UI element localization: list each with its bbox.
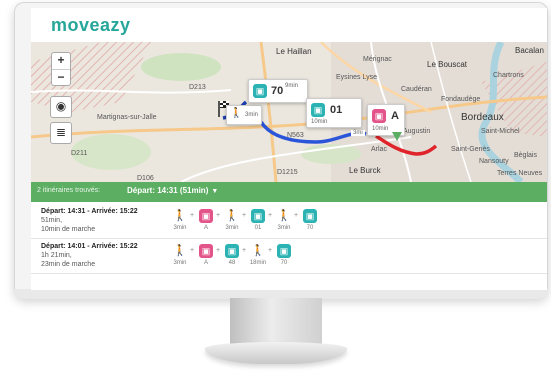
- map-label: Saint-Genès: [451, 146, 490, 153]
- step-walk: 🚶 3min: [173, 245, 187, 266]
- step-separator: +: [268, 212, 273, 219]
- map-label: Bordeaux: [461, 112, 504, 123]
- itinerary-walk: 23min de marche: [41, 261, 96, 268]
- map-label: Le Bouscat: [427, 60, 468, 69]
- map-label: Bèglais: [514, 152, 537, 159]
- tip-line: 70: [271, 85, 284, 97]
- road-label: D211: [71, 150, 88, 157]
- app-logo[interactable]: moveazy: [51, 15, 131, 36]
- zoom-control: + −: [51, 52, 71, 86]
- destination-marker-icon: [391, 130, 403, 142]
- zoom-out-button[interactable]: −: [52, 70, 70, 86]
- itinerary-times: Départ: 14:01 - Arrivée: 15:22: [41, 243, 138, 250]
- road-label: D106: [137, 175, 154, 182]
- summary-bar: 2 itinéraires trouvés: Départ: 14:31 (51…: [31, 182, 547, 202]
- walk-tip[interactable]: 🚶 3min: [226, 105, 262, 125]
- tram-icon: ▣: [372, 109, 386, 123]
- step-walk: 🚶 3min: [277, 210, 291, 231]
- itinerary-duration: 1h 21min,: [41, 252, 72, 259]
- map-label: Bacalan: [515, 46, 544, 55]
- bus-icon: ▣: [225, 244, 239, 258]
- monitor-stand-base: [205, 342, 347, 364]
- walk-icon: 🚶: [251, 245, 265, 257]
- step-separator: +: [242, 212, 247, 219]
- walk-icon: 🚶: [225, 210, 239, 222]
- itinerary-row[interactable]: Départ: 14:31 - Arrivée: 15:22 51min, 10…: [31, 204, 547, 239]
- road-label: N563: [287, 132, 304, 139]
- step-separator: +: [190, 247, 195, 254]
- tip-duration: 10min: [311, 119, 328, 125]
- step-walk: 🚶 3min: [225, 210, 239, 231]
- map-label: Arlac: [371, 146, 387, 153]
- map-label: Nansouty: [479, 158, 509, 165]
- itinerary-duration: 51min,: [41, 217, 63, 224]
- map-view[interactable]: Le Haillan Mérignac Le Bouscat Bacalan C…: [31, 42, 547, 182]
- step-bus: ▣ 70: [273, 244, 295, 266]
- step-separator: +: [190, 212, 195, 219]
- step-bus: ▣ 70: [299, 209, 321, 231]
- map-label: Terres Neuves: [497, 170, 543, 177]
- tip-line: A: [391, 110, 399, 122]
- tram-icon: ▣: [199, 209, 213, 223]
- walk-icon: 🚶: [230, 108, 243, 119]
- bus-icon: ▣: [277, 244, 291, 258]
- step-walk: 🚶 18min: [249, 245, 267, 266]
- map-label: Eysines Lyse: [336, 74, 377, 81]
- map-label: Caudéran: [401, 86, 432, 93]
- zoom-in-button[interactable]: +: [52, 53, 70, 70]
- step-separator: +: [268, 247, 273, 254]
- map-label: Augustin: [403, 128, 431, 135]
- step-separator: +: [216, 212, 221, 219]
- bus-icon: ▣: [303, 209, 317, 223]
- step-bus: ▣ 01: [247, 209, 269, 231]
- bus-icon: ▣: [311, 103, 325, 117]
- tip-duration: 9min: [285, 83, 299, 89]
- caret-down-icon: ▼: [211, 188, 219, 195]
- step-bus: ▣ 48: [221, 244, 243, 266]
- walk-icon: 🚶: [173, 245, 187, 257]
- road-label: D1215: [277, 169, 298, 176]
- screen: moveazy Le Haillan Mérignac Le Bouscat B…: [31, 8, 547, 290]
- locate-icon[interactable]: ◉: [50, 96, 72, 118]
- itinerary-times: Départ: 14:31 - Arrivée: 15:22: [41, 208, 138, 215]
- map-label: Fondaudège: [441, 96, 481, 103]
- bus-01-tip[interactable]: ▣ 01 10min: [306, 98, 362, 128]
- map-label: Martignas-sur-Jalle: [97, 114, 157, 121]
- bus-icon: ▣: [251, 209, 265, 223]
- step-tram: ▣ A: [195, 244, 217, 266]
- step-tram: ▣ A: [195, 209, 217, 231]
- walk-icon: 🚶: [173, 210, 187, 222]
- walk-icon: 🚶: [277, 210, 291, 222]
- layers-icon[interactable]: ≣: [50, 122, 72, 144]
- tip-duration: 3min: [245, 112, 259, 118]
- map-label: Mérignac: [363, 56, 392, 63]
- tip-line: 01: [330, 104, 343, 116]
- tram-icon: ▣: [199, 244, 213, 258]
- tip-duration: 10min: [372, 126, 389, 132]
- map-label: Chartrons: [493, 72, 524, 79]
- departure-text: Départ: 14:31 (51min): [127, 186, 209, 195]
- map-label: Le Haillan: [276, 47, 312, 56]
- step-walk: 🚶 3min: [173, 210, 187, 231]
- itinerary-row[interactable]: Départ: 14:01 - Arrivée: 15:22 1h 21min,…: [31, 239, 547, 274]
- itinerary-walk: 10min de marche: [41, 226, 96, 233]
- step-separator: +: [216, 247, 221, 254]
- app-header: moveazy: [31, 8, 547, 42]
- bus-70-tip[interactable]: ▣ 70 9min: [248, 79, 308, 103]
- itinerary-count: 2 itinéraires trouvés:: [37, 187, 101, 194]
- road-label: D213: [189, 84, 206, 91]
- map-label: Saint-Michel: [481, 128, 520, 135]
- map-label: Le Burck: [349, 166, 381, 175]
- bus-icon: ▣: [253, 84, 267, 98]
- walk-duration-label: 3mi: [351, 130, 365, 136]
- monitor-stand-neck: [230, 298, 322, 344]
- step-separator: +: [294, 212, 299, 219]
- step-separator: +: [242, 247, 247, 254]
- departure-selector[interactable]: Départ: 14:31 (51min) ▼: [127, 186, 218, 195]
